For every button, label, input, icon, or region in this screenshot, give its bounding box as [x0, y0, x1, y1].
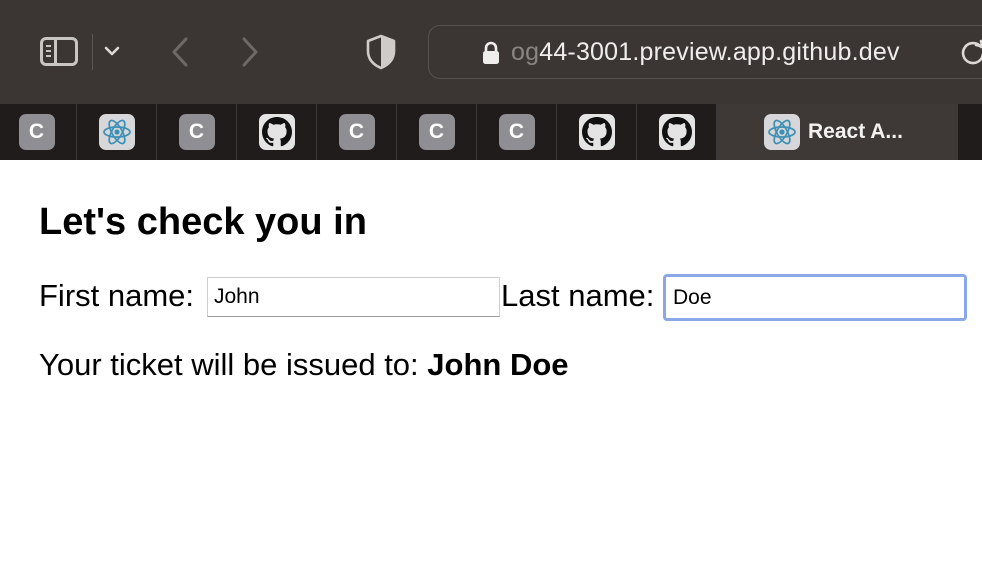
first-name-field[interactable]: [207, 277, 500, 317]
tab-strip: C C C C C React A...: [0, 104, 982, 160]
first-name-label: First name:: [39, 278, 195, 313]
c-letter-icon: C: [418, 114, 455, 150]
ticket-summary: Your ticket will be issued to: John Doe: [39, 347, 569, 383]
tab-item[interactable]: [237, 104, 317, 160]
url-text: og44-3001.preview.app.github.dev: [511, 38, 900, 66]
reload-icon[interactable]: [959, 39, 982, 72]
tab-react-app[interactable]: React A...: [717, 104, 959, 160]
github-icon: [578, 114, 615, 150]
github-icon: [658, 114, 695, 150]
last-name-field[interactable]: [663, 274, 967, 321]
c-letter-icon: C: [18, 114, 55, 150]
lock-icon: [482, 41, 500, 70]
tab-item[interactable]: [637, 104, 717, 160]
react-icon: [98, 114, 135, 150]
tab-item[interactable]: C: [0, 104, 77, 160]
toolbar-divider: [92, 34, 93, 70]
privacy-shield-icon[interactable]: [366, 34, 396, 70]
back-arrow-icon[interactable]: [168, 36, 192, 68]
tab-item[interactable]: C: [157, 104, 237, 160]
tab-item[interactable]: [77, 104, 157, 160]
react-icon: [764, 114, 800, 150]
tab-item[interactable]: C: [317, 104, 397, 160]
ticket-prefix: Your ticket will be issued to:: [39, 347, 419, 382]
sidebar-toggle-icon[interactable]: [40, 37, 78, 66]
c-letter-icon: C: [178, 114, 215, 150]
page-content: Let's check you in First name: Last name…: [0, 160, 982, 578]
page-title: Let's check you in: [39, 201, 367, 243]
tab-item[interactable]: C: [477, 104, 557, 160]
tab-title: React A...: [808, 120, 903, 143]
ticket-name: John Doe: [427, 347, 569, 382]
browser-toolbar: og44-3001.preview.app.github.dev: [0, 0, 982, 104]
address-bar[interactable]: og44-3001.preview.app.github.dev: [428, 25, 982, 79]
github-icon: [258, 114, 295, 150]
c-letter-icon: C: [498, 114, 535, 150]
tab-item[interactable]: [557, 104, 637, 160]
tab-item[interactable]: C: [397, 104, 477, 160]
last-name-label: Last name:: [501, 278, 655, 313]
chevron-down-icon[interactable]: [103, 42, 121, 60]
c-letter-icon: C: [338, 114, 375, 150]
forward-arrow-icon[interactable]: [238, 36, 262, 68]
